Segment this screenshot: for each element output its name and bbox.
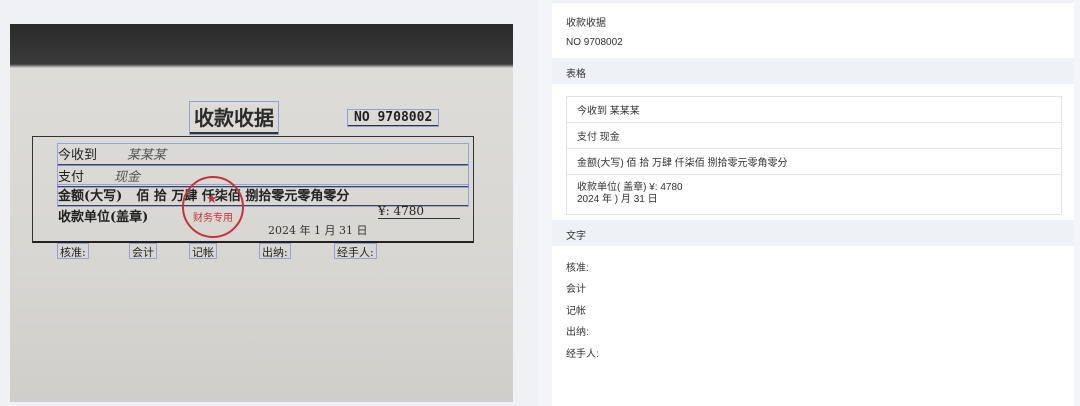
text-section-header[interactable]: 文字 xyxy=(552,220,1074,246)
receipt-photo: 收款收据 NO 9708002 今收到 某某某 支付 现金 金额(大写) 佰 拾 万肆… xyxy=(10,24,513,402)
star-icon: ★ xyxy=(206,192,218,207)
line-label: 支付 xyxy=(58,170,85,185)
table-row-line: 收款单位( 盖章) ¥: 4780 xyxy=(577,182,683,193)
text-line: 记帐 xyxy=(566,306,586,317)
line-value: 现金 xyxy=(114,170,141,185)
table-row: 支付 现金 xyxy=(567,123,1061,149)
footer-approve: 核准: xyxy=(57,243,89,259)
table-section-header[interactable]: 表格 xyxy=(552,58,1074,84)
text-line: 经手人: xyxy=(566,349,599,360)
result-table: 今收到 某某某 支付 现金 金额(大写) 佰 拾 万肆 仟柒佰 捌拾零元零角零分… xyxy=(566,96,1062,215)
table-row-line: 2024 年 ) 月 31 日 xyxy=(577,194,658,205)
receipt-number: NO 9708002 xyxy=(346,109,440,127)
line-value: 某某某 xyxy=(127,148,167,163)
red-stamp: ★ 财务专用 xyxy=(182,176,244,238)
footer-handler: 经手人: xyxy=(334,243,377,259)
receipt-amount: ¥: 4780 xyxy=(378,204,460,219)
result-number: NO 9708002 xyxy=(566,37,623,48)
table-row: 金额(大写) 佰 拾 万肆 仟柒佰 捌拾零元零角零分 xyxy=(567,149,1061,175)
stamp-text: 财务专用 xyxy=(193,213,233,224)
table-row: 今收到 某某某 xyxy=(567,97,1061,123)
text-line: 核准: xyxy=(566,263,589,274)
line-label: 收款单位(盖章) xyxy=(58,210,149,225)
receipt-line-payment: 支付 现金 xyxy=(57,165,469,188)
image-pane: 收款收据 NO 9708002 今收到 某某某 支付 现金 金额(大写) 佰 拾 万肆… xyxy=(0,0,538,406)
result-title: 收款收据 xyxy=(566,18,606,29)
line-label: 今收到 xyxy=(58,148,98,163)
receipt-title: 收款收据 xyxy=(189,101,279,135)
receipt-date: 2024 年 1 月 31 日 xyxy=(268,224,368,237)
receipt-line-amount: 金额(大写) 佰 拾 万肆 仟柒佰 捌拾零元零角零分 xyxy=(57,184,469,207)
text-line: 会计 xyxy=(566,284,586,295)
text-section-label: 文字 xyxy=(566,231,586,242)
footer-accounting: 会计 xyxy=(129,243,157,259)
footer-cashier: 出纳: xyxy=(259,243,291,259)
footer-bookkeeping: 记帐 xyxy=(189,243,217,259)
top-divider xyxy=(552,0,1074,3)
receipt-line-received: 今收到 某某某 xyxy=(57,143,469,166)
table-section-label: 表格 xyxy=(566,69,586,80)
line-label: 金额(大写) xyxy=(58,189,123,204)
table-row: 收款单位( 盖章) ¥: 4780 2024 年 ) 月 31 日 xyxy=(567,175,1061,214)
text-line: 出纳: xyxy=(566,327,589,338)
result-panel: 收款收据 NO 9708002 表格 今收到 某某某 支付 现金 金额(大写) … xyxy=(552,0,1074,406)
